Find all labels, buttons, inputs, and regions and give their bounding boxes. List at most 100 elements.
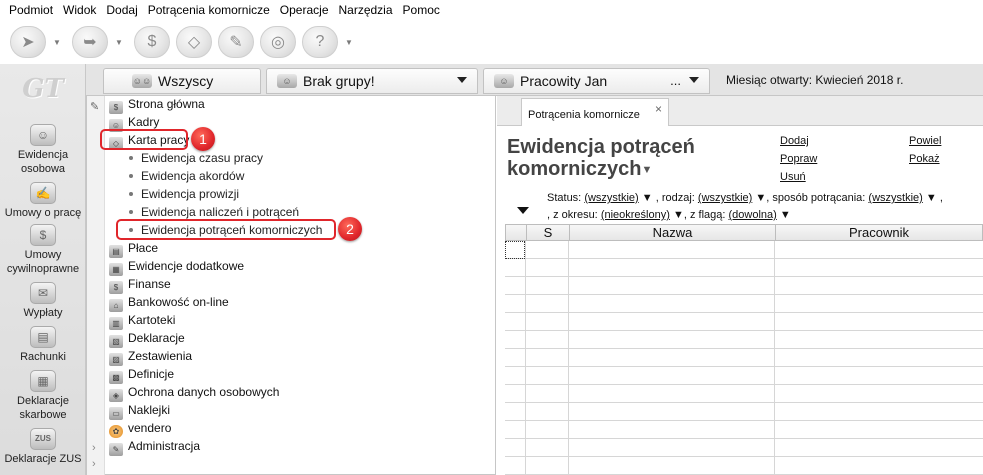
table-cell[interactable]	[526, 295, 569, 313]
tree-item-administracja[interactable]: ✎ Administracja	[109, 439, 200, 456]
menu-widok[interactable]: Widok	[58, 3, 101, 17]
status-filter[interactable]: (wszystkie)	[584, 192, 638, 204]
tools-icon[interactable]: ✎	[218, 26, 254, 58]
chevron-down-icon[interactable]: ▼	[923, 192, 937, 204]
chevron-down-icon[interactable]: ▼	[752, 192, 766, 204]
table-cell[interactable]	[526, 439, 569, 457]
table-row[interactable]	[505, 313, 983, 331]
flag-filter[interactable]: (dowolna)	[729, 209, 777, 221]
table-cell[interactable]	[526, 313, 569, 331]
tree-item-vendero[interactable]: ✿ vendero	[109, 421, 171, 438]
table-cell[interactable]	[569, 385, 775, 403]
table-row[interactable]	[505, 295, 983, 313]
table-row[interactable]	[505, 421, 983, 439]
module-ewidencja-osobowa[interactable]: ☺ Ewidencja osobowa	[0, 124, 86, 176]
table-row[interactable]	[505, 439, 983, 457]
table-cell[interactable]	[569, 457, 775, 475]
table-cell[interactable]	[569, 421, 775, 439]
chevron-down-icon[interactable]: ▼	[670, 209, 684, 221]
module-rachunki[interactable]: ▤ Rachunki	[0, 326, 86, 364]
table-cell[interactable]	[526, 403, 569, 421]
module-deklaracje-zus[interactable]: ZUS Deklaracje ZUS	[0, 428, 86, 466]
tree-subitem-naliczenia-potracenia[interactable]: Ewidencja naliczeń i potrąceń	[129, 205, 299, 219]
table-cell[interactable]	[526, 349, 569, 367]
table-cell[interactable]	[505, 385, 526, 403]
method-filter[interactable]: (wszystkie)	[868, 192, 922, 204]
table-row[interactable]	[505, 259, 983, 277]
table-cell[interactable]	[505, 277, 526, 295]
duplicate-button[interactable]: Powiel	[909, 135, 941, 147]
tree-item-ewidencje-dodatkowe[interactable]: ▦ Ewidencje dodatkowe	[109, 259, 244, 276]
module-umowy-cywilnoprawne[interactable]: $ Umowy cywilnoprawne	[0, 224, 86, 276]
eraser-icon[interactable]: ◇	[176, 26, 212, 58]
table-cell[interactable]	[569, 277, 775, 295]
table-cell[interactable]	[526, 457, 569, 475]
table-row[interactable]	[505, 403, 983, 421]
table-cell[interactable]	[569, 331, 775, 349]
table-cell[interactable]	[526, 331, 569, 349]
table-cell[interactable]	[526, 367, 569, 385]
period-filter[interactable]: (nieokreślony)	[601, 209, 670, 221]
table-cell[interactable]	[775, 241, 983, 259]
table-cell[interactable]	[775, 277, 983, 295]
tree-item-deklaracje[interactable]: ▧ Deklaracje	[109, 331, 185, 348]
table-cell[interactable]	[569, 241, 775, 259]
table-cell[interactable]	[775, 385, 983, 403]
table-cell[interactable]	[505, 421, 526, 439]
table-cell[interactable]	[569, 403, 775, 421]
chevron-down-icon[interactable]: ▼	[641, 164, 652, 176]
table-cell[interactable]	[775, 331, 983, 349]
table-cell[interactable]	[526, 241, 569, 259]
table-cell[interactable]	[526, 259, 569, 277]
table-cell[interactable]	[505, 403, 526, 421]
menu-dodaj[interactable]: Dodaj	[101, 3, 142, 17]
tree-item-strona-glowna[interactable]: $ Strona główna	[109, 97, 205, 114]
chevron-down-icon[interactable]: ▼	[52, 26, 62, 58]
table-row[interactable]	[505, 331, 983, 349]
add-button[interactable]: Dodaj	[780, 135, 809, 147]
tree-item-naklejki[interactable]: ▭ Naklejki	[109, 403, 170, 420]
menu-pomoc[interactable]: Pomoc	[398, 3, 445, 17]
delete-button[interactable]: Usuń	[780, 171, 806, 183]
cursor-icon[interactable]: ➤	[10, 26, 46, 58]
page-title-line2[interactable]: komorniczych	[507, 158, 641, 180]
tab-potracenia-komornicze[interactable]: Potrącenia komornicze ×	[521, 98, 669, 127]
close-icon[interactable]: ×	[655, 102, 662, 116]
table-cell[interactable]	[505, 295, 526, 313]
table-row[interactable]	[505, 277, 983, 295]
table-cell[interactable]	[775, 421, 983, 439]
tree-item-place[interactable]: ▤ Płace	[109, 241, 158, 258]
employee-more-button[interactable]: ...	[670, 73, 681, 88]
table-cell[interactable]	[569, 439, 775, 457]
group-select[interactable]: ☺ Brak grupy!	[266, 68, 478, 94]
employee-select[interactable]: ☺ Pracowity Jan ...	[483, 68, 710, 94]
tree-item-finanse[interactable]: $ Finanse	[109, 277, 171, 294]
tree-item-definicje[interactable]: ▩ Definicje	[109, 367, 174, 384]
table-cell[interactable]	[505, 349, 526, 367]
tree-subitem-prowizje[interactable]: Ewidencja prowizji	[129, 187, 239, 201]
table-cell[interactable]	[526, 421, 569, 439]
table-cell[interactable]	[505, 439, 526, 457]
table-cell[interactable]	[775, 439, 983, 457]
table-cell[interactable]	[505, 457, 526, 475]
table-cell[interactable]	[775, 259, 983, 277]
table-row[interactable]	[505, 349, 983, 367]
pin-icon[interactable]: ✎	[90, 100, 99, 113]
table-row[interactable]	[505, 241, 983, 259]
table-cell[interactable]	[505, 331, 526, 349]
table-cell[interactable]	[569, 295, 775, 313]
table-cell[interactable]	[775, 457, 983, 475]
column-header-pracownik[interactable]: Pracownik	[776, 225, 982, 241]
chevron-down-icon[interactable]: ▼	[114, 26, 124, 58]
table-cell[interactable]	[526, 277, 569, 295]
table-cell[interactable]	[505, 367, 526, 385]
column-header-s[interactable]: S	[527, 225, 570, 241]
column-header-nazwa[interactable]: Nazwa	[570, 225, 776, 241]
tree-subitem-czas-pracy[interactable]: Ewidencja czasu pracy	[129, 151, 263, 165]
edit-button[interactable]: Popraw	[780, 153, 817, 165]
table-cell[interactable]	[569, 313, 775, 331]
chevron-down-icon[interactable]: ▼	[344, 26, 354, 58]
table-cell[interactable]	[505, 259, 526, 277]
table-row[interactable]	[505, 457, 983, 475]
forward-icon[interactable]: ➥	[72, 26, 108, 58]
